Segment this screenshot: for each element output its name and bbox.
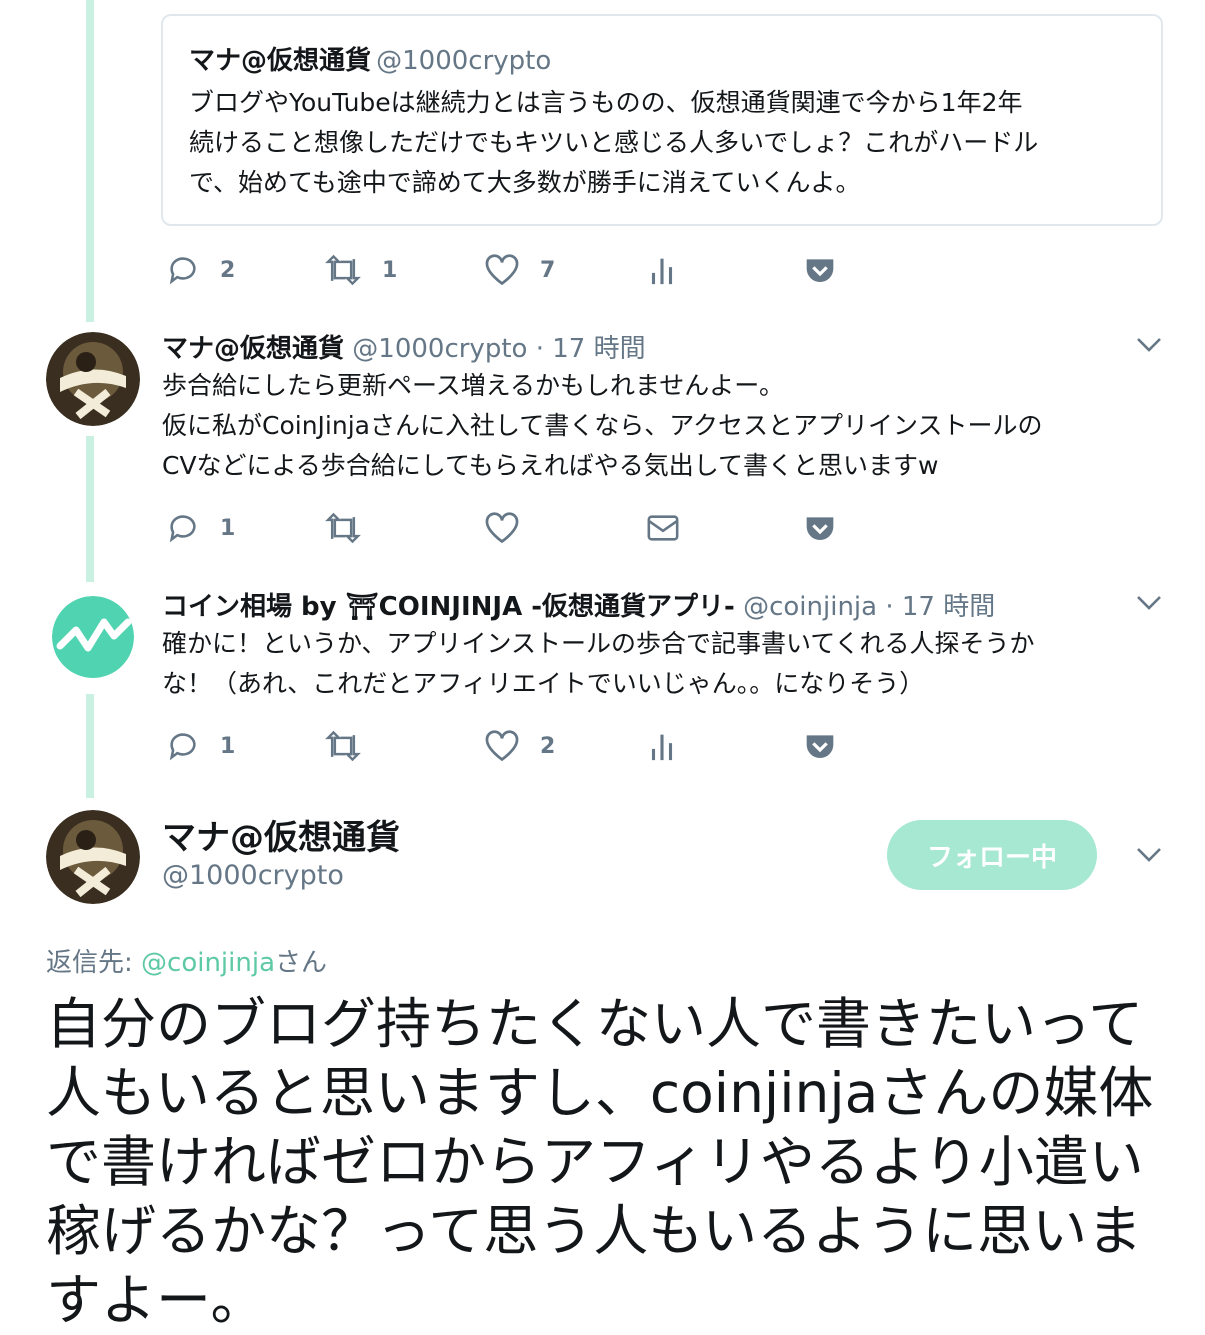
pocket-button[interactable] — [804, 508, 836, 548]
author-handle[interactable]: @coinjinja — [743, 592, 877, 622]
pocket-button[interactable] — [804, 726, 836, 766]
main-tweet-text: 自分のブログ持ちたくない人で書きたいって 人もいると思いますし、coinjinj… — [46, 992, 1154, 1332]
quoted-author-name[interactable]: マナ@仮想通貨 — [189, 46, 371, 76]
like-count: 7 — [540, 257, 556, 283]
reply-button[interactable]: 1 — [166, 726, 235, 766]
retweet-icon — [325, 730, 361, 762]
like-button[interactable]: 2 — [484, 726, 555, 766]
reply-mention-link[interactable]: @coinjinja — [141, 948, 275, 978]
retweet-button[interactable] — [324, 726, 362, 766]
retweet-button[interactable] — [324, 508, 362, 548]
author-handle[interactable]: @1000crypto — [352, 334, 527, 364]
dm-icon — [647, 515, 679, 541]
quoted-tweet-card[interactable]: マナ@仮想通貨 @1000crypto ブログやYouTubeは継続力とは言うも… — [161, 14, 1163, 226]
pocket-icon — [806, 735, 834, 758]
main-author-name[interactable]: マナ@仮想通貨 — [162, 810, 400, 859]
thread-line — [86, 0, 94, 322]
reply-prefix: 返信先: — [46, 948, 142, 978]
pocket-icon — [806, 259, 834, 282]
tweet-text: 歩合給にしたら更新ペース増えるかもしれませんよー。 仮に私がCoinJinjaさ… — [162, 371, 1043, 480]
main-author-handle[interactable]: @1000crypto — [162, 860, 344, 891]
like-icon — [485, 512, 519, 544]
dm-button[interactable] — [646, 508, 680, 548]
tweet-timestamp[interactable]: · 17 時間 — [536, 334, 646, 364]
main-avatar[interactable] — [46, 810, 140, 904]
reply-count: 1 — [220, 515, 236, 541]
retweet-count: 1 — [382, 257, 398, 283]
retweet-button[interactable]: 1 — [324, 250, 397, 290]
thread-line — [86, 436, 94, 582]
reply-icon — [169, 257, 196, 285]
quoted-tweet-text: ブログやYouTubeは継続力とは言うものの、仮想通貨関連で今から1年2年 続け… — [189, 88, 1039, 197]
following-button[interactable]: フォロー中 — [887, 820, 1097, 890]
avatar[interactable] — [52, 596, 134, 678]
like-count: 2 — [540, 733, 556, 759]
author-name[interactable]: コイン相場 by ⛩COINJINJA -仮想通貨アプリ- — [162, 592, 735, 622]
reply-icon — [169, 515, 196, 543]
like-icon — [485, 254, 519, 286]
pocket-icon — [806, 517, 834, 540]
tweet-header: マナ@仮想通貨 @1000crypto · 17 時間 — [162, 328, 646, 365]
reply-count: 2 — [220, 257, 236, 283]
analytics-icon — [651, 734, 673, 761]
analytics-icon — [651, 258, 673, 285]
like-button[interactable] — [484, 508, 520, 548]
tweet-header: コイン相場 by ⛩COINJINJA -仮想通貨アプリ- @coinjinja… — [162, 586, 995, 623]
author-name[interactable]: マナ@仮想通貨 — [162, 334, 344, 364]
tweet-timestamp[interactable]: · 17 時間 — [885, 592, 995, 622]
tweet-actions: 2 1 7 — [162, 250, 882, 290]
reply-icon — [169, 733, 196, 761]
reply-context: 返信先: @coinjinjaさん — [46, 942, 327, 979]
like-button[interactable]: 7 — [484, 250, 555, 290]
tweet-actions: 1 2 — [162, 726, 882, 766]
tweet-text: 確かに！というか、アプリインストールの歩合で記事書いてくれる人探そうか な！（あ… — [162, 629, 1035, 698]
analytics-button[interactable] — [650, 250, 674, 290]
reply-suffix: さん — [275, 948, 328, 978]
pocket-button[interactable] — [804, 250, 836, 290]
retweet-icon — [325, 512, 361, 544]
like-icon — [485, 730, 519, 762]
chevron-down-icon[interactable] — [1136, 594, 1162, 612]
chevron-down-icon[interactable] — [1136, 846, 1162, 864]
reply-button[interactable]: 1 — [166, 508, 235, 548]
reply-button[interactable]: 2 — [166, 250, 235, 290]
retweet-icon — [325, 254, 361, 286]
reply-count: 1 — [220, 733, 236, 759]
quoted-author-handle[interactable]: @1000crypto — [376, 46, 551, 76]
avatar[interactable] — [46, 332, 140, 426]
tweet-actions: 1 — [162, 508, 882, 548]
analytics-button[interactable] — [650, 726, 674, 766]
thread-line — [86, 694, 94, 798]
chevron-down-icon[interactable] — [1136, 336, 1162, 354]
